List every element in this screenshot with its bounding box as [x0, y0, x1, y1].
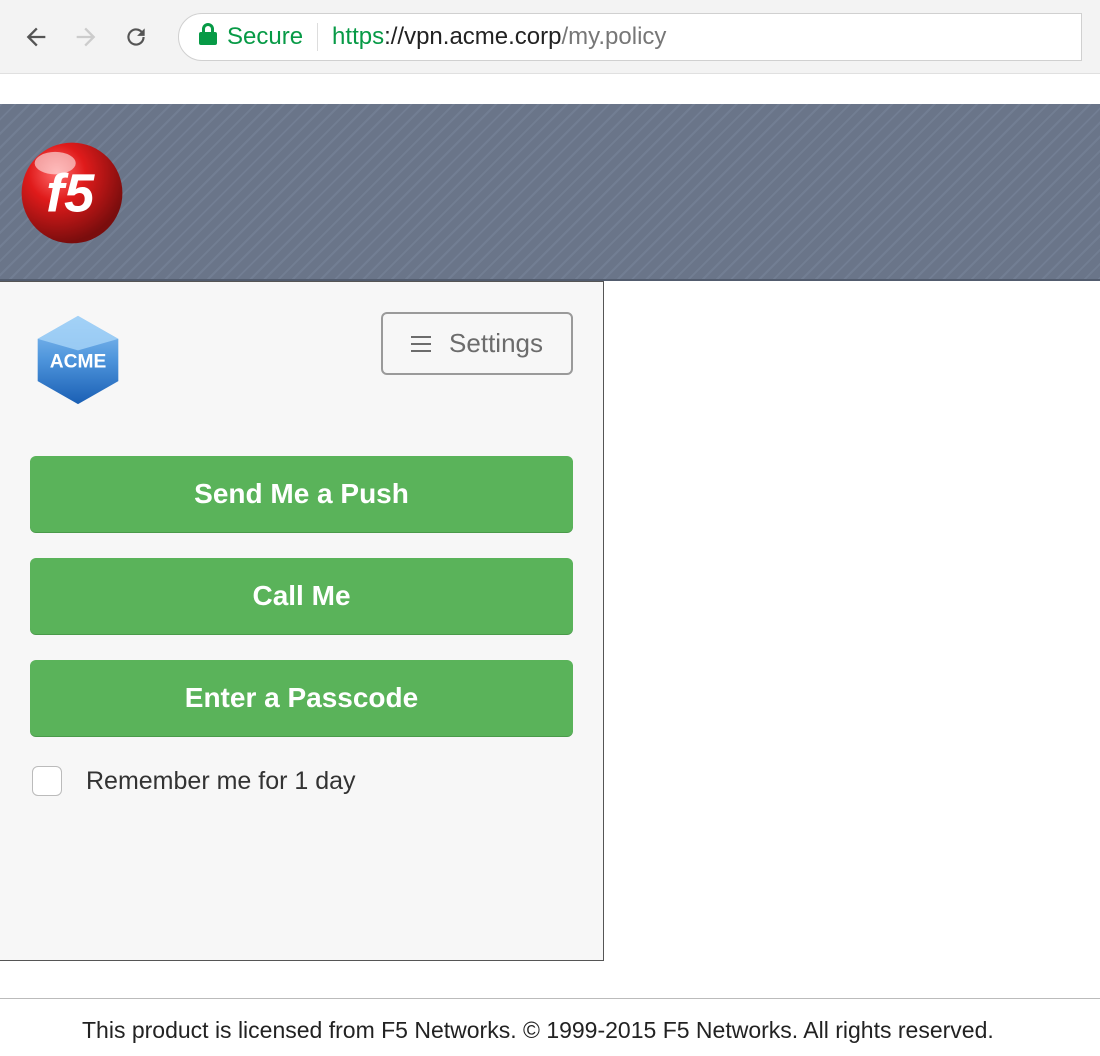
remember-me-label: Remember me for 1 day: [86, 767, 356, 796]
forward-button[interactable]: [68, 19, 104, 55]
footer-license-text: This product is licensed from F5 Network…: [0, 998, 1100, 1044]
browser-toolbar: Secure https://vpn.acme.corp/my.policy: [0, 0, 1100, 74]
remember-me-row: Remember me for 1 day: [30, 766, 573, 796]
url-host: ://vpn.acme.corp: [384, 23, 561, 50]
arrow-right-icon: [72, 23, 100, 51]
f5-logo-icon: f5: [16, 137, 128, 249]
url-protocol: https: [332, 23, 384, 50]
enter-passcode-button[interactable]: Enter a Passcode: [30, 660, 573, 736]
lock-icon: [199, 23, 217, 50]
hamburger-icon: [411, 336, 431, 352]
acme-logo-icon: ACME: [30, 312, 126, 408]
reload-button[interactable]: [118, 19, 154, 55]
auth-panel-wrap: ACME Settings Send Me a Push Call Me Ent…: [0, 281, 604, 961]
auth-method-list: Send Me a Push Call Me Enter a Passcode: [30, 456, 573, 736]
secure-label: Secure: [227, 23, 318, 51]
duo-auth-frame: ACME Settings Send Me a Push Call Me Ent…: [0, 281, 604, 961]
duo-header: ACME Settings: [30, 312, 573, 408]
back-button[interactable]: [18, 19, 54, 55]
f5-header-banner: f5: [0, 104, 1100, 281]
arrow-left-icon: [22, 23, 50, 51]
url-display: https://vpn.acme.corp/my.policy: [332, 23, 666, 51]
settings-button[interactable]: Settings: [381, 312, 573, 375]
send-push-button[interactable]: Send Me a Push: [30, 456, 573, 532]
url-path: /my.policy: [562, 23, 667, 50]
remember-me-checkbox[interactable]: [32, 766, 62, 796]
svg-text:ACME: ACME: [50, 352, 107, 373]
address-bar[interactable]: Secure https://vpn.acme.corp/my.policy: [178, 13, 1082, 61]
call-me-button[interactable]: Call Me: [30, 558, 573, 634]
reload-icon: [123, 24, 149, 50]
spacer: [0, 74, 1100, 104]
svg-text:f5: f5: [46, 163, 95, 223]
settings-label: Settings: [449, 328, 543, 359]
page-body: ACME Settings Send Me a Push Call Me Ent…: [0, 281, 1100, 961]
